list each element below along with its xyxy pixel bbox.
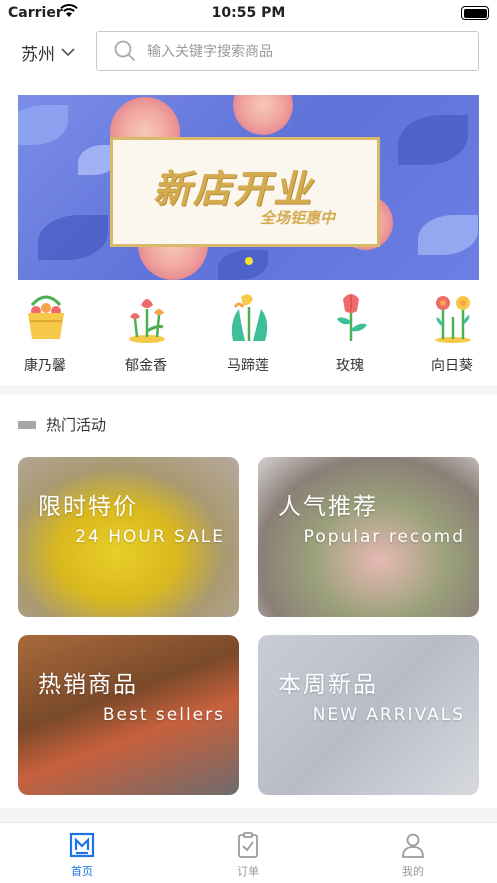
- category-label: 玫瑰: [336, 358, 364, 374]
- section-divider: [0, 385, 497, 395]
- banner-card: 新店开业 全场钜惠中: [110, 137, 380, 247]
- section-title: 热门活动: [46, 416, 107, 434]
- category-rose[interactable]: 玫瑰: [310, 285, 390, 385]
- rose-icon: [337, 294, 367, 341]
- battery-icon: [461, 6, 489, 20]
- banner-title: 新店开业: [153, 167, 314, 211]
- promo-card-new-arrivals[interactable]: 本周新品 NEW ARRIVALS: [258, 635, 479, 795]
- category-sunflower[interactable]: 向日葵: [412, 285, 492, 385]
- tab-label: 首页: [71, 865, 93, 878]
- promo-title: 人气推荐: [278, 494, 378, 520]
- promo-subtitle: NEW ARRIVALS: [312, 705, 465, 725]
- category-carnation[interactable]: 康乃馨: [5, 285, 85, 385]
- carousel-indicator[interactable]: [245, 257, 253, 265]
- carnation-basket-icon: [28, 295, 64, 339]
- category-row: 康乃馨 郁金香 马蹄莲 玫瑰 向日葵: [0, 285, 497, 385]
- tab-home[interactable]: 首页: [42, 831, 122, 879]
- promo-banner[interactable]: 新店开业 全场钜惠中: [18, 95, 479, 280]
- promo-subtitle: 24 HOUR SALE: [75, 527, 225, 547]
- category-label: 康乃馨: [24, 358, 66, 374]
- promo-card-best-sellers[interactable]: 热销商品 Best sellers: [18, 635, 239, 795]
- calla-lily-icon: [231, 294, 268, 341]
- promo-title: 限时特价: [38, 494, 138, 520]
- promo-card-popular[interactable]: 人气推荐 Popular recomd: [258, 457, 479, 617]
- category-tulip[interactable]: 郁金香: [106, 285, 186, 385]
- tab-label: 订单: [237, 865, 259, 878]
- section-header: 热门活动: [18, 414, 106, 435]
- search-placeholder: 输入关键字搜索商品: [147, 44, 273, 60]
- promo-subtitle: Best sellers: [102, 705, 225, 725]
- user-icon: [402, 833, 424, 858]
- city-selector[interactable]: 苏州: [21, 40, 75, 65]
- promo-card-flash-sale[interactable]: 限时特价 24 HOUR SALE: [18, 457, 239, 617]
- search-icon: [114, 40, 136, 62]
- section-marker: [18, 420, 36, 429]
- promo-title: 热销商品: [38, 672, 138, 698]
- tab-label: 我的: [402, 865, 424, 878]
- category-label: 马蹄莲: [227, 358, 269, 374]
- banner-subtitle: 全场钜惠中: [259, 209, 335, 227]
- chevron-down-icon: [61, 48, 75, 57]
- clock: 10:55 PM: [211, 5, 286, 21]
- search-input[interactable]: 输入关键字搜索商品: [96, 31, 479, 71]
- category-label: 郁金香: [125, 358, 167, 374]
- sunflower-icon: [435, 296, 471, 343]
- header: 苏州 输入关键字搜索商品: [0, 28, 497, 82]
- city-label: 苏州: [21, 45, 55, 65]
- clipboard-icon: [238, 832, 258, 858]
- tulip-icon: [129, 299, 165, 343]
- tab-profile[interactable]: 我的: [373, 831, 453, 879]
- category-label: 向日葵: [431, 358, 473, 374]
- tab-orders[interactable]: 订单: [208, 831, 288, 879]
- bottom-divider: [0, 808, 497, 822]
- home-icon: [69, 832, 95, 858]
- promo-title: 本周新品: [278, 672, 378, 698]
- category-calla-lily[interactable]: 马蹄莲: [208, 285, 288, 385]
- tab-bar: 首页 订单 我的: [0, 822, 497, 883]
- status-bar: Carrier 10:55 PM: [0, 0, 497, 28]
- promo-subtitle: Popular recomd: [303, 527, 465, 547]
